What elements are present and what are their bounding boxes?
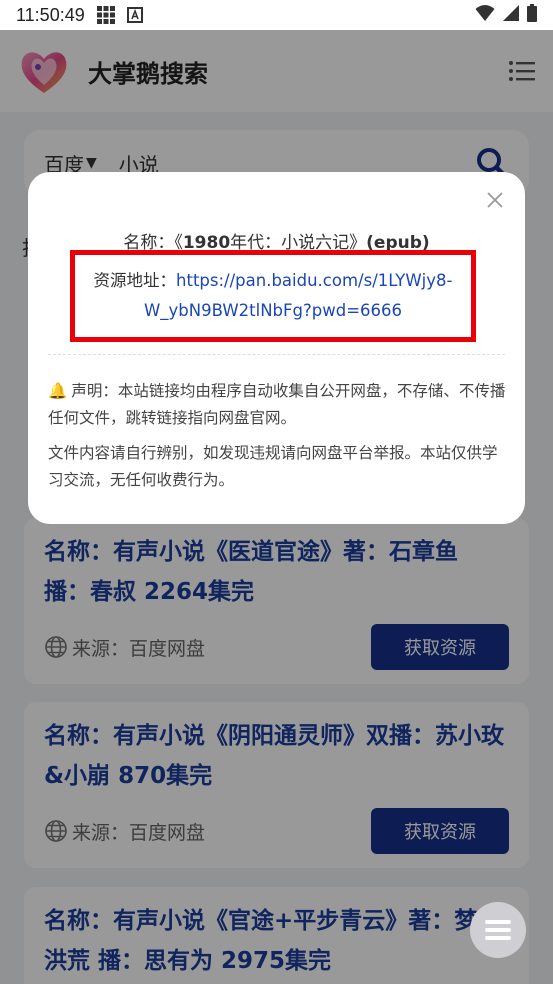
keyboard-a-icon (126, 7, 143, 23)
wifi-icon (475, 4, 495, 27)
resource-link-url[interactable]: https://pan.baidu.com/s/1LYWjy8- (176, 271, 452, 290)
resource-link-line-2: W_ybN9BW2tlNbFg?pwd=6666 (144, 296, 402, 326)
battery-icon (527, 3, 537, 27)
disclaimer: 🔔 声明：本站链接均由程序自动收集自公开网盘，不存储、不传播任何文件，跳转链接指向… (48, 378, 508, 494)
signal-icon (503, 4, 519, 27)
resource-link-box: 资源地址：https://pan.baidu.com/s/1LYWjy8- W_… (70, 250, 476, 342)
close-button[interactable] (485, 190, 505, 210)
floating-menu-button[interactable] (470, 902, 526, 958)
menu-lines-icon (485, 920, 511, 940)
resource-link-url-continued[interactable]: W_ybN9BW2tlNbFg?pwd=6666 (144, 301, 402, 320)
status-bar: 11:50:49 (0, 0, 553, 30)
disclaimer-text-2: 文件内容请自行辨别，如发现违规请向网盘平台举报。本站仅供学习交流，无任何收费行为… (48, 444, 498, 489)
resource-modal: 名称：《1980年代：小说六记》(epub) 资源地址：https://pan.… (28, 172, 525, 524)
status-time: 11:50:49 (16, 4, 85, 25)
modal-divider (48, 354, 505, 355)
close-icon (487, 192, 503, 208)
grid-icon (96, 6, 115, 24)
resource-link-line-1: 资源地址：https://pan.baidu.com/s/1LYWjy8- (94, 266, 453, 296)
bell-icon: 🔔 (48, 382, 68, 400)
disclaimer-line-1: 🔔 声明：本站链接均由程序自动收集自公开网盘，不存储、不传播任何文件，跳转链接指向… (48, 378, 508, 432)
disclaimer-text-1: 声明：本站链接均由程序自动收集自公开网盘，不存储、不传播任何文件，跳转链接指向网… (48, 382, 506, 427)
resource-link-label: 资源地址： (93, 271, 177, 290)
